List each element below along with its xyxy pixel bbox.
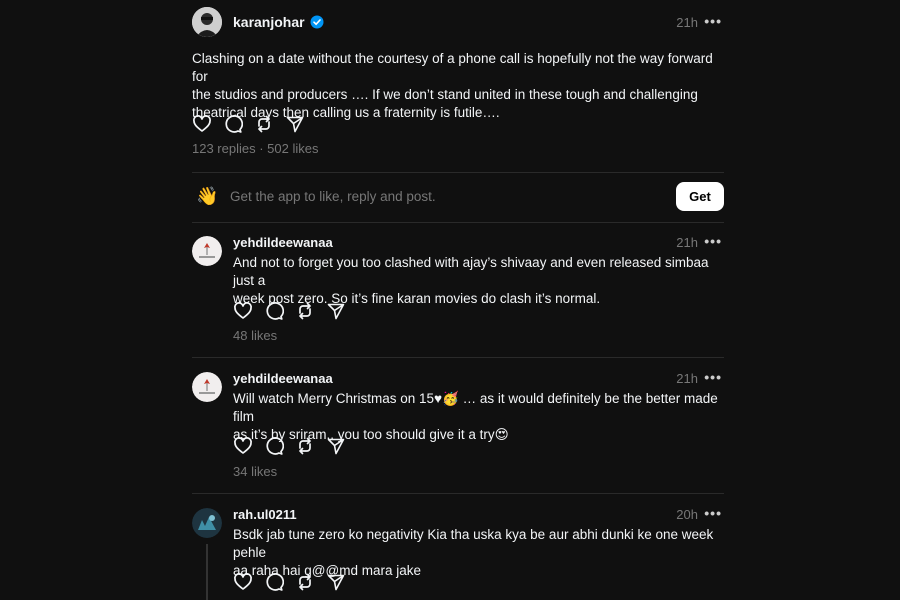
post-username[interactable]: karanjohar <box>233 14 305 30</box>
share-icon[interactable] <box>326 572 346 592</box>
main-post: karanjohar 21h ••• Clashing on a date wi… <box>192 0 724 172</box>
reply-actions <box>233 436 346 456</box>
heart-icon[interactable] <box>192 114 212 134</box>
reply-time: 21h <box>676 371 698 386</box>
verified-badge-icon <box>310 15 324 29</box>
avatar[interactable] <box>192 372 222 402</box>
comment-icon[interactable] <box>223 114 243 134</box>
post-text-line: the studios and producers …. If we don’t… <box>192 87 698 102</box>
thread-feed: karanjohar 21h ••• Clashing on a date wi… <box>192 0 724 600</box>
post-stats[interactable]: 123 replies · 502 likes <box>192 141 318 156</box>
reply-username[interactable]: yehdildeewanaa <box>233 235 333 250</box>
more-icon[interactable]: ••• <box>704 13 722 29</box>
reply-username[interactable]: yehdildeewanaa <box>233 371 333 386</box>
thread-line <box>206 544 208 600</box>
reply-likes[interactable]: 48 likes <box>233 328 277 343</box>
reply-item: yehdildeewanaa 21h ••• Will watch Merry … <box>192 358 724 494</box>
reply-text-line: Will watch Merry Christmas on 15♥🥳 … as … <box>233 391 718 424</box>
more-icon[interactable]: ••• <box>704 233 722 249</box>
avatar[interactable] <box>192 236 222 266</box>
avatar[interactable] <box>192 508 222 538</box>
post-text-line: Clashing on a date without the courtesy … <box>192 51 713 84</box>
share-icon[interactable] <box>326 436 346 456</box>
banner-text: Get the app to like, reply and post. <box>230 189 436 204</box>
post-text: Clashing on a date without the courtesy … <box>192 50 724 122</box>
reply-text: And not to forget you too clashed with a… <box>233 254 724 308</box>
reply-actions <box>233 301 346 321</box>
repost-icon[interactable] <box>295 572 315 592</box>
comment-icon[interactable] <box>264 572 284 592</box>
comment-icon[interactable] <box>264 436 284 456</box>
heart-icon[interactable] <box>233 436 253 456</box>
share-icon[interactable] <box>326 301 346 321</box>
reply-actions <box>233 572 346 592</box>
repost-icon[interactable] <box>254 114 274 134</box>
repost-icon[interactable] <box>295 436 315 456</box>
reply-time: 20h <box>676 507 698 522</box>
avatar[interactable] <box>192 7 222 37</box>
heart-icon[interactable] <box>233 301 253 321</box>
reply-item: rah.ul0211 20h ••• Bsdk jab tune zero ko… <box>192 494 724 600</box>
app-banner: 👋 Get the app to like, reply and post. G… <box>192 172 724 222</box>
reply-likes[interactable]: 34 likes <box>233 464 277 479</box>
get-app-button[interactable]: Get <box>676 182 724 211</box>
post-actions <box>192 114 305 134</box>
more-icon[interactable]: ••• <box>704 505 722 521</box>
reply-username[interactable]: rah.ul0211 <box>233 507 297 522</box>
comment-icon[interactable] <box>264 301 284 321</box>
reply-text-line: Bsdk jab tune zero ko negativity Kia tha… <box>233 527 714 560</box>
reply-time: 21h <box>676 235 698 250</box>
reply-item: yehdildeewanaa 21h ••• And not to forget… <box>192 222 724 358</box>
more-icon[interactable]: ••• <box>704 369 722 385</box>
share-icon[interactable] <box>285 114 305 134</box>
reply-text-line: And not to forget you too clashed with a… <box>233 255 709 288</box>
waving-hand-icon: 👋 <box>196 186 219 206</box>
post-time: 21h <box>676 15 698 30</box>
repost-icon[interactable] <box>295 301 315 321</box>
heart-icon[interactable] <box>233 572 253 592</box>
